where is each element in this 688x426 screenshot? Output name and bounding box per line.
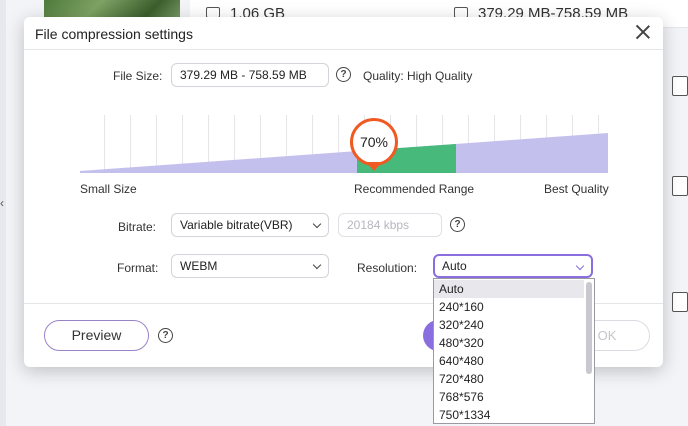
file-icon[interactable]: [672, 76, 688, 96]
resolution-label: Resolution:: [357, 261, 418, 275]
file-icon[interactable]: [672, 176, 688, 196]
resolution-option[interactable]: 640*480: [434, 352, 584, 370]
chevron-down-icon: [312, 219, 322, 229]
small-size-label: Small Size: [80, 182, 137, 196]
file-size-label: File Size:: [113, 69, 163, 83]
bitrate-kbps-input[interactable]: 20184 kbps: [338, 213, 442, 237]
quality-text: Quality: High Quality: [363, 69, 473, 83]
collapse-arrow-icon[interactable]: ‹: [0, 196, 4, 210]
format-value: WEBM: [180, 259, 218, 273]
slider-knob[interactable]: 70%: [350, 118, 398, 166]
best-quality-label: Best Quality: [544, 182, 609, 196]
file-icon[interactable]: [672, 292, 688, 312]
resolution-option[interactable]: 720*480: [434, 370, 584, 388]
format-select[interactable]: WEBM: [171, 254, 329, 278]
help-icon[interactable]: ?: [158, 328, 173, 343]
help-icon[interactable]: ?: [336, 67, 351, 82]
left-strip: [0, 0, 6, 426]
bitrate-value: Variable bitrate(VBR): [180, 218, 293, 232]
resolution-option[interactable]: 240*160: [434, 298, 584, 316]
help-icon[interactable]: ?: [450, 217, 465, 232]
resolution-option[interactable]: 320*240: [434, 316, 584, 334]
dropdown-scrollbar[interactable]: [586, 282, 592, 374]
compression-slider[interactable]: [80, 115, 608, 173]
file-size-field[interactable]: 379.29 MB - 758.59 MB: [171, 63, 329, 87]
resolution-option[interactable]: 768*576: [434, 388, 584, 406]
resolution-dropdown-list[interactable]: Auto 240*160 320*240 480*320 640*480 720…: [433, 278, 595, 424]
chevron-down-icon: [575, 261, 585, 271]
close-icon[interactable]: [635, 24, 651, 40]
slider-knob-pointer: [366, 162, 382, 171]
resolution-option[interactable]: Auto: [434, 280, 584, 298]
slider-wedge: [80, 133, 608, 173]
resolution-option[interactable]: 750*1334: [434, 406, 584, 423]
recommended-range-label: Recommended Range: [354, 182, 475, 196]
bitrate-select[interactable]: Variable bitrate(VBR): [171, 213, 329, 237]
resolution-value: Auto: [442, 259, 467, 273]
resolution-option[interactable]: 480*320: [434, 334, 584, 352]
preview-button[interactable]: Preview: [44, 320, 149, 351]
resolution-select[interactable]: Auto: [433, 254, 593, 278]
bitrate-label: Bitrate:: [118, 220, 157, 234]
divider: [24, 49, 663, 50]
format-label: Format:: [117, 261, 159, 275]
dialog-title: File compression settings: [35, 26, 193, 42]
chevron-down-icon: [312, 260, 322, 270]
